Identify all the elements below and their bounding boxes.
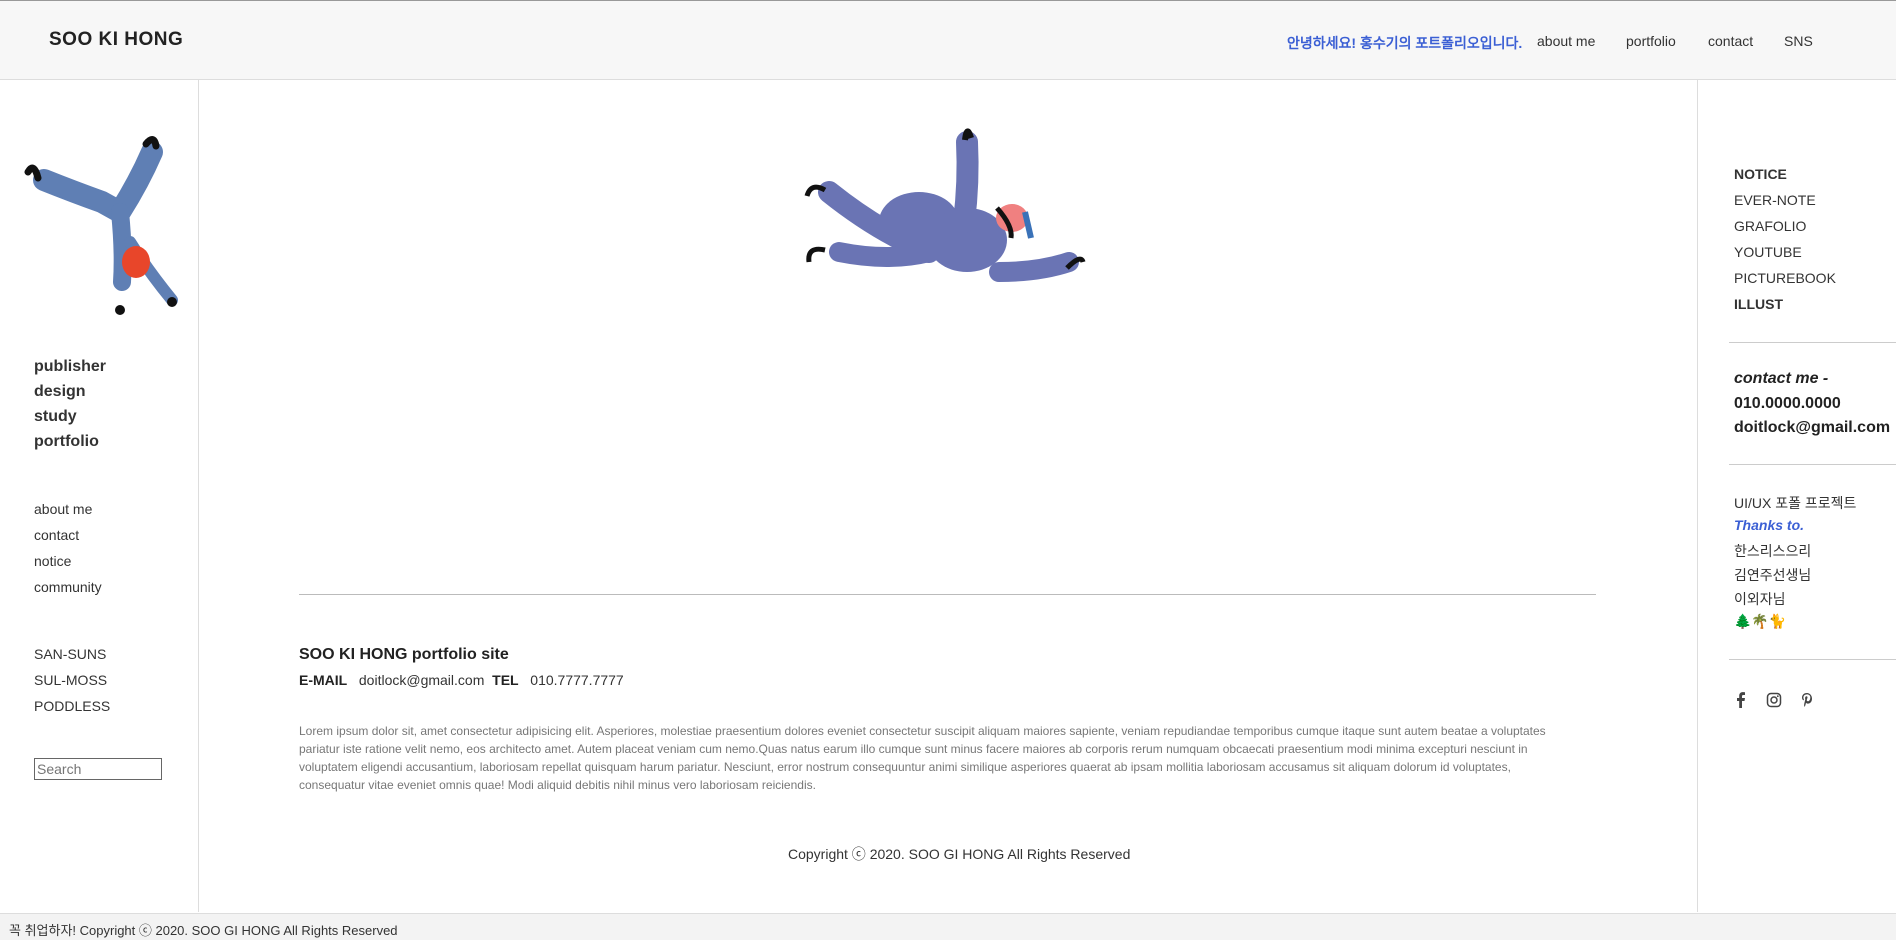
project-sul-moss[interactable]: SUL-MOSS [34,672,107,688]
nav-sns[interactable]: SNS [1784,33,1813,49]
left-link-community[interactable]: community [34,579,102,595]
left-link-notice[interactable]: notice [34,553,71,569]
instagram-icon[interactable] [1766,692,1782,708]
pinterest-icon[interactable] [1800,692,1814,708]
greeting-text: 안녕하세요! 홍수기의 포트폴리오입니다. [1287,35,1523,51]
left-link-contact[interactable]: contact [34,527,79,543]
right-link-ever-note[interactable]: EVER-NOTE [1734,192,1816,208]
divider [1729,464,1896,465]
thanks-item: 이외자님 [1734,591,1786,607]
contact-email[interactable]: doitlock@gmail.com [1734,419,1890,437]
left-sidebar: publisher design study portfolio about m… [0,80,199,912]
top-header: SOO KI HONG 안녕하세요! 홍수기의 포트폴리오입니다. about … [0,0,1896,80]
right-link-illust[interactable]: ILLUST [1734,296,1783,312]
category-study[interactable]: study [34,408,77,426]
contact-phone: 010.0000.0000 [1734,395,1841,412]
nav-contact[interactable]: contact [1708,33,1753,49]
status-bar: 꼭 취업하자! Copyright ⓒ 2020. SOO GI HONG Al… [0,913,1896,940]
main-content: SOO KI HONG portfolio site E-MAIL doitlo… [199,80,1697,912]
category-design[interactable]: design [34,383,86,401]
category-publisher[interactable]: publisher [34,358,106,376]
footer-contact: E-MAIL doitlock@gmail.com TEL 010.7777.7… [299,672,624,688]
contact-me-label: contact me - [1734,370,1829,387]
email-label: E-MAIL [299,672,348,688]
nav-portfolio[interactable]: portfolio [1626,33,1676,49]
footer-copyright: Copyright ⓒ 2020. SOO GI HONG All Rights… [788,846,1131,862]
falling-creature-illustration [804,128,1086,282]
tel-label: TEL [492,672,519,688]
handstand-illustration [24,136,178,315]
right-link-grafolio[interactable]: GRAFOLIO [1734,218,1806,234]
category-portfolio[interactable]: portfolio [34,433,99,451]
divider [1729,659,1896,660]
footer-divider [299,594,1596,595]
project-poddless[interactable]: PODDLESS [34,698,110,714]
facebook-icon[interactable] [1734,692,1748,708]
site-brand[interactable]: SOO KI HONG [49,29,183,51]
footer-site-title: SOO KI HONG portfolio site [299,646,509,663]
project-san-suns[interactable]: SAN-SUNS [34,646,106,662]
nav-about-me[interactable]: about me [1537,33,1595,49]
thanks-label: Thanks to. [1734,517,1805,533]
right-sidebar: NOTICE EVER-NOTE GRAFOLIO YOUTUBE PICTUR… [1697,80,1896,912]
thanks-item: 한스리스으리 [1734,543,1812,559]
footer-tel: 010.7777.7777 [530,672,624,688]
project-label: UI/UX 포폴 프로젝트 [1734,495,1857,511]
emoji-icons: 🌲🌴🐈 [1734,613,1787,629]
search-input[interactable] [34,758,162,780]
right-link-picturebook[interactable]: PICTUREBOOK [1734,270,1836,286]
divider [1729,342,1896,343]
status-bar-text: 꼭 취업하자! Copyright ⓒ 2020. SOO GI HONG Al… [9,923,398,938]
right-link-notice[interactable]: NOTICE [1734,166,1787,182]
footer-email[interactable]: doitlock@gmail.com [359,672,484,688]
left-link-about-me[interactable]: about me [34,501,92,517]
footer-description: Lorem ipsum dolor sit, amet consectetur … [299,724,1546,792]
right-link-youtube[interactable]: YOUTUBE [1734,244,1802,260]
thanks-item: 김연주선생님 [1734,567,1812,583]
